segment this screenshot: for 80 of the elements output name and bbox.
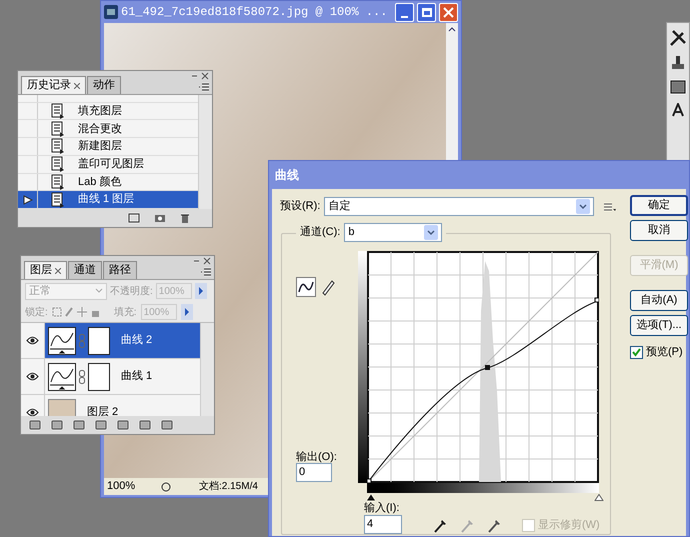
layer-mask-thumbnail xyxy=(88,362,110,390)
history-item[interactable]: 混合更改 xyxy=(18,120,198,138)
history-item[interactable]: 新建图层 xyxy=(18,138,198,156)
highlight-input-slider[interactable] xyxy=(594,494,604,501)
tab-close-icon[interactable] xyxy=(55,268,61,274)
photoshop-file-icon xyxy=(104,5,118,19)
history-state-icon xyxy=(50,192,66,208)
eye-icon[interactable] xyxy=(26,408,39,416)
dialog-title: 曲线 xyxy=(274,167,300,184)
panel-tab[interactable]: 图层 xyxy=(24,261,67,279)
dialog-button[interactable]: 确定 xyxy=(630,195,688,216)
layer-row[interactable]: 曲线 1 xyxy=(45,359,200,394)
history-item[interactable]: 盖印可见图层 xyxy=(18,156,198,174)
check-icon xyxy=(632,348,641,357)
panel-menu-icon[interactable] xyxy=(199,83,209,91)
stamp-icon[interactable] xyxy=(670,55,686,71)
tools-icon[interactable] xyxy=(669,29,687,47)
curve-tool-icon[interactable] xyxy=(296,277,316,297)
history-state-icon xyxy=(50,120,66,137)
curve-graph[interactable] xyxy=(367,251,599,483)
camera-icon[interactable] xyxy=(154,213,166,223)
show-clipping-label: 显示修剪(W) xyxy=(538,518,600,533)
input-label: 输入(I): xyxy=(364,501,400,516)
fill-label: 填充: xyxy=(114,306,137,320)
panel-tab[interactable]: 路径 xyxy=(103,261,137,279)
maximize-button[interactable] xyxy=(417,2,436,22)
dropdown-caret-icon xyxy=(424,225,438,240)
window-title: 61_492_7c19ed818f58072.jpg @ 100% ... xyxy=(121,4,388,21)
dropdown-caret-icon xyxy=(95,288,103,294)
lock-label: 锁定: xyxy=(25,306,48,320)
opacity-label: 不透明度: xyxy=(110,284,153,298)
preset-options-icon[interactable] xyxy=(604,202,616,212)
link-icon[interactable] xyxy=(79,370,85,384)
panel-tab[interactable]: 动作 xyxy=(87,76,121,94)
panel-tab[interactable]: 历史记录 xyxy=(21,76,86,94)
dropdown-caret-icon xyxy=(576,199,590,214)
close-button[interactable] xyxy=(439,2,458,22)
history-source-icon[interactable] xyxy=(22,194,32,205)
shadow-input-slider[interactable] xyxy=(366,494,376,501)
scrollbar[interactable] xyxy=(200,323,214,416)
eye-icon[interactable] xyxy=(26,372,39,381)
panel-tab[interactable]: 通道 xyxy=(68,261,102,279)
preset-label: 预设(R): xyxy=(280,199,320,214)
type-icon[interactable] xyxy=(671,103,685,117)
output-field[interactable]: 0 xyxy=(296,463,332,482)
status-menu-icon[interactable] xyxy=(159,480,173,492)
dialog-button[interactable]: 取消 xyxy=(630,220,688,241)
shadow-eyedropper-icon[interactable] xyxy=(434,517,448,533)
output-label: 输出(O): xyxy=(296,450,337,465)
history-state-icon xyxy=(50,156,66,172)
document-size: 文档:2.15M/4 xyxy=(199,480,258,494)
history-item[interactable]: 曲线 1 图层 xyxy=(18,191,198,209)
panel-controls-icon[interactable] xyxy=(193,257,211,265)
input-field[interactable]: 4 xyxy=(364,515,402,534)
history-state-icon xyxy=(50,103,66,120)
dialog-button[interactable]: 选项(T)... xyxy=(630,315,688,336)
preset-dropdown[interactable]: 自定 xyxy=(324,197,594,216)
history-state-icon xyxy=(50,138,66,154)
eye-icon[interactable] xyxy=(26,336,39,345)
dialog-button[interactable]: 自动(A) xyxy=(630,290,688,311)
history-item[interactable]: 填充图层 xyxy=(18,102,198,120)
history-state-icon xyxy=(50,174,66,190)
pencil-icon[interactable] xyxy=(320,278,336,296)
layer-mask-thumbnail xyxy=(88,326,110,354)
channel-dropdown[interactable]: b xyxy=(344,223,442,242)
preview-label: 预览(P) xyxy=(646,345,683,360)
new-document-icon[interactable] xyxy=(128,213,140,223)
layer-row[interactable]: 曲线 2 xyxy=(45,323,200,358)
highlight-eyedropper-icon[interactable] xyxy=(488,517,502,533)
tab-close-icon[interactable] xyxy=(74,82,80,88)
zoom-level[interactable]: 100% xyxy=(107,478,153,495)
close-icon xyxy=(443,6,454,18)
curves-thumbnail-icon xyxy=(48,326,76,354)
minimize-button[interactable] xyxy=(395,2,414,22)
scrollbar[interactable] xyxy=(198,95,212,209)
panel-menu-icon[interactable] xyxy=(201,268,211,276)
channel-label: 通道(C): xyxy=(300,224,340,240)
panel-controls-icon[interactable] xyxy=(191,72,209,80)
curves-thumbnail-icon xyxy=(48,362,76,390)
checkbox[interactable] xyxy=(630,346,643,359)
